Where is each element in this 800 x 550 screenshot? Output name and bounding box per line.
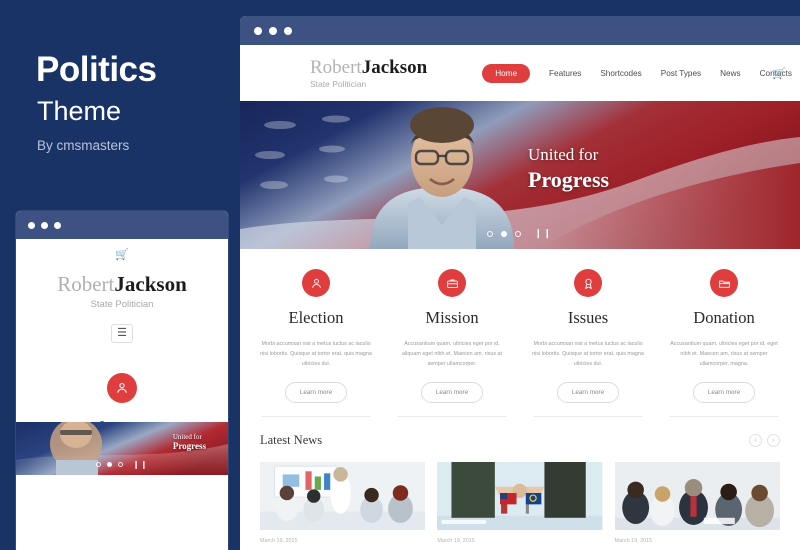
chevron-left-icon[interactable]: ‹ — [749, 434, 762, 447]
service-divider — [398, 416, 506, 417]
news-heading: Latest News — [260, 433, 323, 447]
user-icon — [302, 269, 330, 297]
browser-dot-yellow-icon — [41, 221, 48, 229]
promo-subtitle: Theme — [37, 96, 122, 126]
promo-title: Politics — [36, 50, 157, 89]
service-divider — [534, 416, 642, 417]
chevron-right-icon[interactable]: › — [767, 434, 780, 447]
hero-text: United for Progress — [528, 145, 609, 193]
service-learn-more-button[interactable]: Learn more — [556, 382, 620, 403]
slider-dot-1[interactable] — [487, 230, 494, 237]
hero-line2: Progress — [528, 167, 610, 192]
service-card-mission: Mission Accusantium quam, ultricies eget… — [384, 269, 520, 417]
mobile-page-body: 🛒 RobertJackson State Politician ☰ Unite… — [16, 239, 228, 550]
site-tagline: State Politician — [310, 78, 367, 89]
service-description: Accusantium quam, ultricies eget por id,… — [670, 341, 778, 367]
main-navigation: Home Features Shortcodes Post Types News… — [482, 63, 792, 83]
mobile-site-logo[interactable]: RobertJackson — [16, 272, 228, 296]
mobile-slider-dot-2[interactable] — [106, 462, 112, 467]
mobile-slider-controls[interactable]: ❙❙ — [16, 460, 228, 469]
mobile-hamburger-menu-icon[interactable]: ☰ — [111, 324, 133, 344]
news-date: March 19, 2015 — [437, 538, 475, 544]
mobile-hero-slider[interactable]: United for Progress ❙❙ — [16, 422, 228, 475]
service-divider — [670, 416, 778, 417]
mobile-logo-last: Jackson — [114, 272, 187, 296]
folder-icon — [710, 269, 738, 297]
slider-pause-icon[interactable]: ❙❙ — [534, 228, 552, 239]
slider-dot-3[interactable] — [515, 230, 522, 237]
browser-dot-close-icon[interactable] — [254, 26, 262, 35]
hero-flag-image — [240, 101, 800, 249]
news-thumbnail — [260, 462, 426, 530]
award-icon — [574, 269, 602, 297]
nav-item-post-types[interactable]: Post Types — [661, 69, 701, 78]
hero-slider[interactable]: United for Progress ❙❙ — [240, 101, 800, 249]
service-card-donation: Donation Accusantium quam, ultricies ege… — [656, 269, 792, 417]
mobile-section-user-icon — [107, 373, 137, 404]
conference-table-image — [614, 462, 780, 530]
news-header: Latest News ‹ › — [260, 433, 780, 448]
browser-dot-maximize-icon[interactable] — [284, 26, 292, 35]
promo-panel: Politics Theme By cmsmasters 🛒 RobertJac… — [0, 0, 240, 550]
hero-line1: United for — [528, 145, 599, 164]
mobile-hero-line1: United for — [172, 433, 202, 441]
service-description: Morbi accumsan nisl a metus luctus ac ia… — [532, 341, 644, 367]
news-thumbnail — [614, 462, 780, 530]
latest-news-section: Latest News ‹ › March 19, 2015 March 19,… — [240, 417, 800, 544]
service-title: Election — [288, 308, 344, 327]
mobile-slider-pause-icon[interactable]: ❙❙ — [133, 460, 148, 469]
mobile-hero-line2: Progress — [172, 441, 206, 451]
shopping-cart-icon[interactable]: 🛒 — [772, 67, 786, 80]
service-title: Issues — [567, 308, 609, 327]
logo-last-name: Jackson — [361, 56, 428, 78]
business-meeting-image — [260, 462, 426, 530]
mobile-cart-icon[interactable]: 🛒 — [16, 239, 228, 261]
mobile-slider-dot-3[interactable] — [117, 462, 123, 467]
promo-byline: By cmsmasters — [37, 138, 130, 153]
service-learn-more-button[interactable]: Learn more — [420, 382, 484, 403]
news-card-grid: March 19, 2015 March 19, 2015 March 19, … — [260, 462, 780, 544]
browser-dot-minimize-icon[interactable] — [269, 26, 277, 35]
mobile-tagline: State Politician — [90, 299, 154, 311]
mobile-mockup: 🛒 RobertJackson State Politician ☰ Unite… — [16, 211, 228, 550]
news-thumbnail — [437, 462, 603, 530]
nav-item-shortcodes[interactable]: Shortcodes — [600, 69, 641, 78]
service-title: Donation — [693, 308, 755, 327]
mobile-logo-first: Robert — [57, 272, 115, 296]
desktop-mockup: RobertJackson State Politician Home Feat… — [240, 16, 800, 550]
service-description: Morbi accumsan nisl a metus luctus ac ia… — [260, 341, 372, 367]
nav-item-news[interactable]: News — [720, 69, 740, 78]
service-card-issues: Issues Morbi accumsan nisl a metus luctu… — [520, 269, 656, 417]
site-header: RobertJackson State Politician Home Feat… — [240, 45, 800, 101]
service-learn-more-button[interactable]: Learn more — [692, 382, 756, 403]
hero-slider-controls[interactable]: ❙❙ — [240, 228, 800, 239]
nav-item-features[interactable]: Features — [549, 69, 581, 78]
news-date: March 19, 2015 — [260, 538, 298, 544]
handshake-flags-image — [437, 462, 603, 530]
site-logo[interactable]: RobertJackson State Politician — [310, 58, 427, 89]
news-date: March 19, 2015 — [614, 538, 653, 544]
logo-first-name: Robert — [310, 56, 362, 78]
news-card[interactable]: March 19, 2015 — [614, 462, 780, 544]
news-carousel-controls: ‹ › — [749, 434, 780, 447]
browser-dot-green-icon — [54, 221, 61, 229]
service-card-election: Election Morbi accumsan nisl a metus luc… — [248, 269, 384, 417]
service-divider — [262, 416, 370, 417]
browser-dot-red-icon — [28, 221, 35, 229]
desktop-browser-chrome — [240, 16, 800, 45]
slider-dot-2[interactable] — [501, 230, 508, 237]
services-section: Election Morbi accumsan nisl a metus luc… — [240, 249, 800, 417]
service-title: Mission — [425, 308, 479, 327]
news-card[interactable]: March 19, 2015 — [437, 462, 603, 544]
service-learn-more-button[interactable]: Learn more — [284, 382, 348, 403]
screenshot-root: Politics Theme By cmsmasters 🛒 RobertJac… — [0, 0, 800, 550]
service-description: Accusantium quam, ultricies eget por id,… — [401, 341, 503, 367]
mobile-browser-chrome — [16, 211, 228, 239]
mobile-hero-text: United for Progress — [173, 433, 206, 451]
nav-item-home[interactable]: Home — [482, 63, 531, 83]
mobile-slider-dot-1[interactable] — [95, 462, 101, 467]
news-card[interactable]: March 19, 2015 — [260, 462, 426, 544]
briefcase-icon — [438, 269, 466, 297]
